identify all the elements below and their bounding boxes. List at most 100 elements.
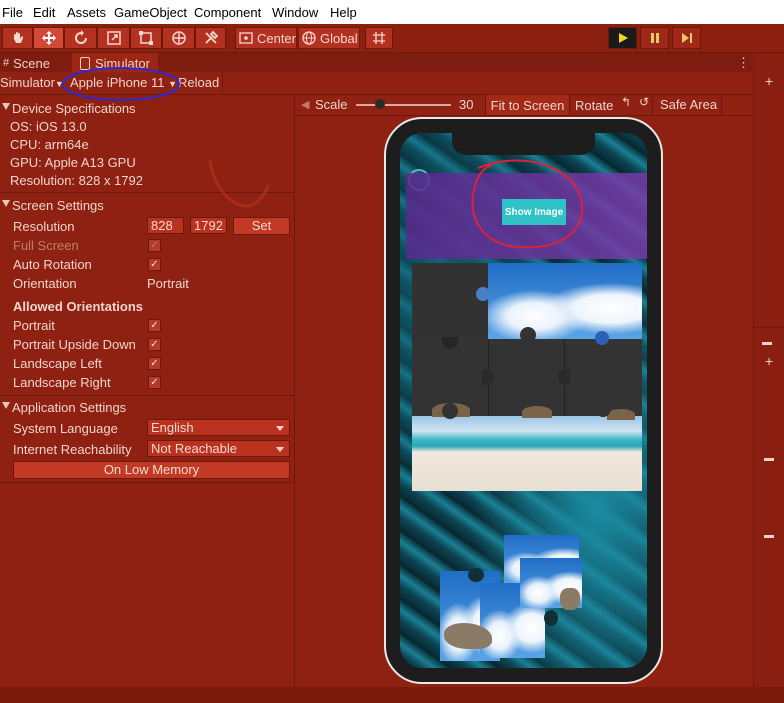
menu-help[interactable]: Help [330, 5, 357, 20]
hand-icon [13, 32, 23, 43]
menu-gameobject[interactable]: GameObject [114, 5, 187, 20]
simulator-phone-icon [80, 56, 90, 70]
move-tool-button[interactable] [33, 27, 64, 49]
game-screen[interactable]: Show Image [400, 133, 647, 668]
portrait-upside-down-checkbox[interactable]: ✓ [148, 338, 161, 351]
full-screen-checkbox[interactable]: ✓ [148, 239, 161, 252]
puzzle-knob [476, 287, 490, 301]
resolution-height-field[interactable]: 1792 [190, 217, 227, 234]
scale-label: Scale [315, 97, 348, 112]
rotate-icon [74, 30, 87, 44]
step-button[interactable] [672, 27, 701, 49]
rect-tool-button[interactable] [130, 27, 162, 49]
custom-tool-button[interactable] [195, 27, 226, 49]
device-specs-header[interactable]: Device Specifications [0, 99, 294, 117]
safe-area-toggle[interactable]: Safe Area [660, 97, 717, 112]
puzzle-piece[interactable] [412, 416, 642, 491]
scale-tool-button[interactable] [97, 27, 130, 49]
pivot-global-button[interactable]: Global [298, 27, 360, 49]
menu-component[interactable]: Component [194, 5, 261, 20]
resolution-width-field[interactable]: 828 [147, 217, 184, 234]
rotate-left-icon[interactable]: ↰ [621, 95, 631, 109]
add-icon[interactable]: + [765, 353, 773, 369]
puzzle-piece[interactable] [412, 263, 488, 339]
pivot-center-label: Center [256, 30, 296, 46]
divider [652, 95, 653, 115]
landscape-left-checkbox[interactable]: ✓ [148, 357, 161, 370]
foldout-arrow-icon [2, 103, 10, 110]
tools-icon [204, 30, 218, 44]
foldout-arrow-icon [2, 200, 10, 207]
dropdown-arrow-icon: ▼ [168, 79, 177, 89]
divider [0, 395, 294, 396]
tab-simulator[interactable]: Simulator [72, 53, 158, 73]
viewport-toolbar: ◀ Scale 30 Fit to Screen Rotate ↰ ↺ Safe… [296, 95, 752, 116]
show-image-button[interactable]: Show Image [502, 199, 566, 225]
puzzle-board [412, 263, 642, 491]
auto-rotation-checkbox[interactable]: ✓ [148, 258, 161, 271]
spec-cpu: CPU: arm64e [10, 137, 89, 152]
portrait-checkbox[interactable]: ✓ [148, 319, 161, 332]
puzzle-knob [520, 327, 536, 343]
portrait-upside-down-label: Portrait Upside Down [13, 337, 136, 352]
rotate-right-icon[interactable]: ↺ [639, 95, 649, 109]
hand-tool-button[interactable] [2, 27, 33, 49]
folder-icon: ▬ [762, 337, 772, 348]
screen-settings-title: Screen Settings [12, 198, 104, 213]
rotate-tool-button[interactable] [64, 27, 97, 49]
scattered-puzzle-knob [468, 568, 484, 582]
globe-icon [302, 31, 316, 45]
device-dropdown[interactable]: Apple iPhone 11 ▼ [70, 75, 177, 90]
collapse-arrow-icon[interactable]: ◀ [301, 98, 309, 111]
step-icon [681, 33, 692, 43]
transform-tool-button[interactable] [162, 27, 195, 49]
play-button[interactable] [608, 27, 637, 49]
menu-edit[interactable]: Edit [33, 5, 55, 20]
tab-menu-icon[interactable]: ⋮ [737, 55, 750, 71]
dropdown-arrow-icon: ▼ [54, 79, 64, 89]
system-language-label: System Language [13, 421, 118, 436]
resolution-label: Resolution [13, 219, 75, 234]
rotate-label: Rotate [575, 98, 614, 113]
divider [222, 72, 223, 94]
play-icon [618, 33, 628, 43]
dropdown-arrow-icon [276, 447, 284, 452]
puzzle-piece[interactable] [488, 263, 642, 339]
umbrella-decoration [522, 406, 552, 418]
device-specs-title: Device Specifications [12, 101, 136, 116]
tab-scene[interactable]: # Scene [3, 53, 50, 73]
spec-gpu: GPU: Apple A13 GPU [10, 155, 136, 170]
mode-dropdown[interactable]: Simulator▼ [0, 75, 64, 90]
device-dropdown-label: Apple iPhone 11 [70, 75, 165, 90]
app-settings-title: Application Settings [12, 400, 127, 415]
pause-button[interactable] [640, 27, 669, 49]
on-low-memory-button[interactable]: On Low Memory [13, 461, 290, 479]
scale-slider-track[interactable] [356, 104, 451, 106]
right-panel: + ▬ + ▬ ▬ [753, 53, 784, 687]
internet-reachability-dropdown[interactable]: Not Reachable [147, 440, 290, 457]
scale-slider-thumb[interactable] [375, 99, 385, 109]
set-resolution-button[interactable]: Set [233, 217, 290, 235]
menu-assets[interactable]: Assets [67, 5, 106, 20]
screen-settings-header[interactable]: Screen Settings [0, 196, 294, 214]
system-language-dropdown[interactable]: English [147, 419, 290, 436]
pause-icon [650, 33, 659, 43]
pivot-center-button[interactable]: Center [235, 27, 297, 49]
pivot-global-label: Global [320, 30, 358, 46]
fit-to-screen-toggle[interactable]: Fit to Screen [485, 95, 570, 115]
rect-transform-icon [139, 31, 153, 45]
landscape-right-checkbox[interactable]: ✓ [148, 376, 161, 389]
landscape-left-label: Landscape Left [13, 356, 102, 371]
menu-file[interactable]: File [2, 5, 23, 20]
foldout-arrow-icon [2, 402, 10, 409]
reload-button[interactable]: Reload [178, 75, 219, 90]
puzzle-knob [595, 331, 609, 345]
scene-grid-icon: # [3, 57, 10, 69]
tab-simulator-label: Simulator [95, 55, 150, 71]
add-icon[interactable]: + [765, 73, 773, 89]
menu-window[interactable]: Window [272, 5, 318, 20]
divider [0, 482, 294, 483]
app-settings-header[interactable]: Application Settings [0, 398, 294, 416]
grid-snap-button[interactable] [365, 27, 393, 49]
internet-reachability-label: Internet Reachability [13, 442, 132, 457]
